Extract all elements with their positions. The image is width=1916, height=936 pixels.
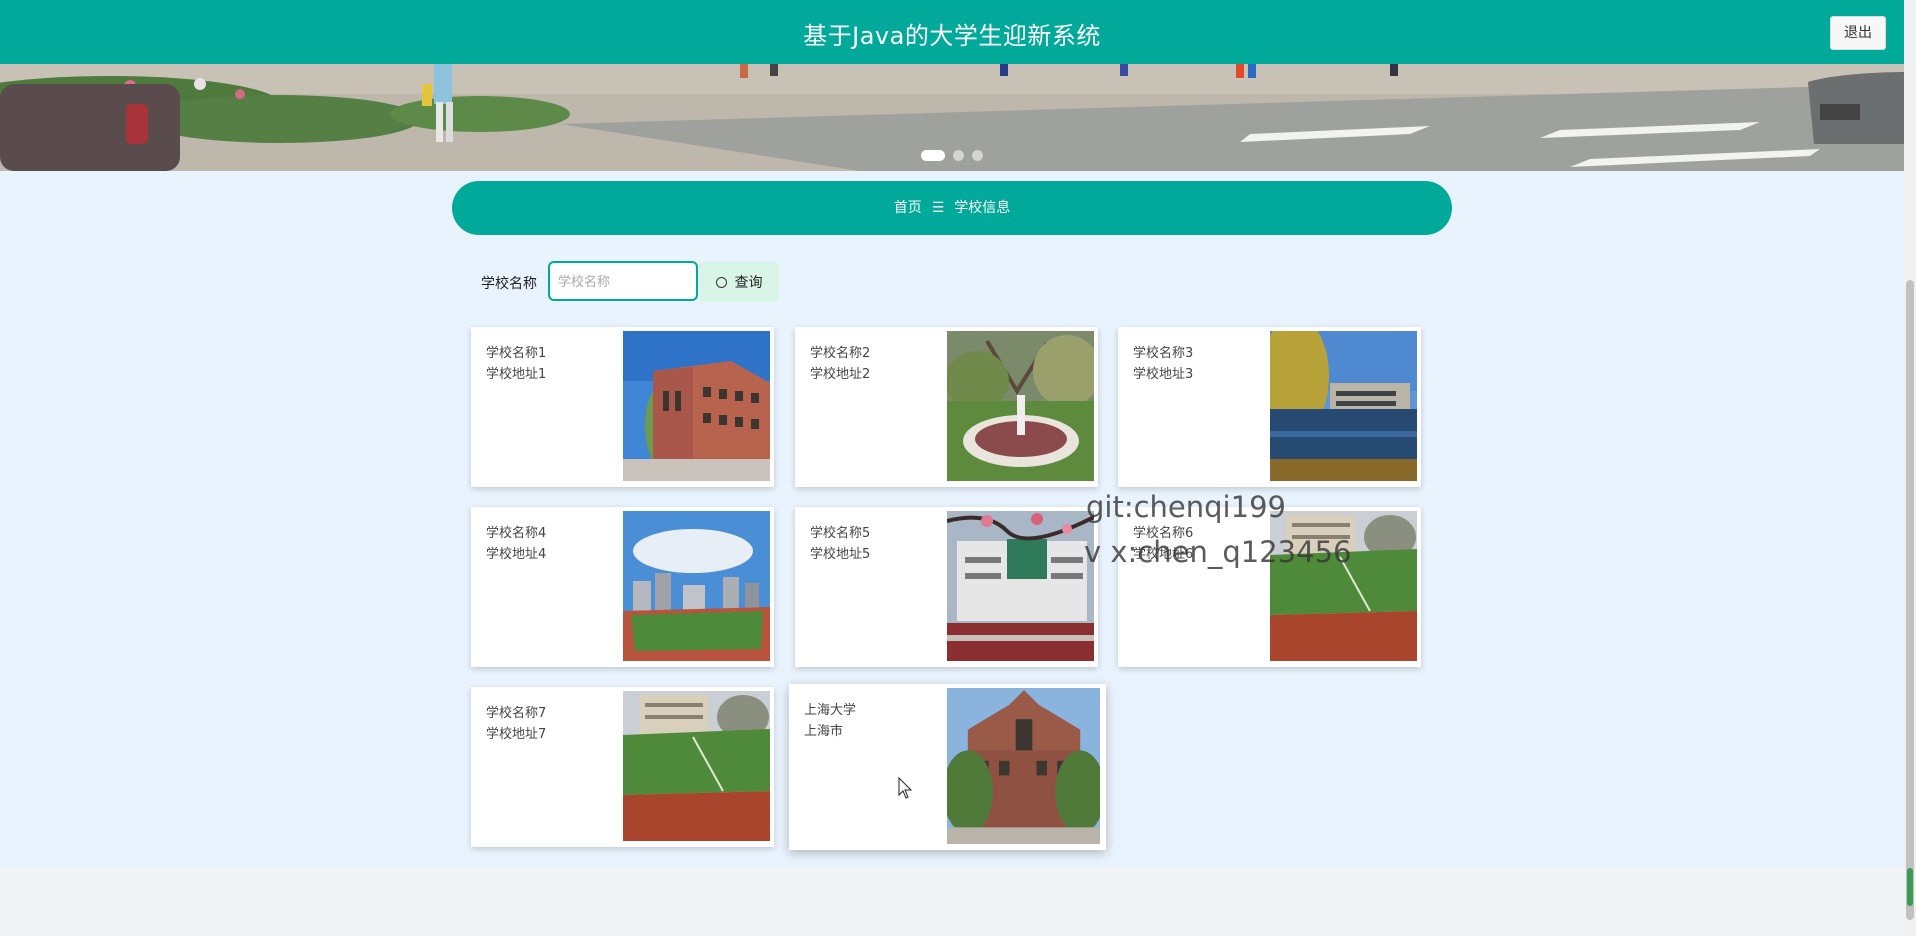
logout-button[interactable]: 退出: [1830, 16, 1886, 50]
school-card[interactable]: 学校名称1 学校地址1: [471, 327, 774, 487]
school-card[interactable]: 学校名称6 学校地址6: [1118, 507, 1421, 667]
school-address: 学校地址5: [810, 547, 871, 562]
school-name: 学校名称5: [810, 526, 871, 541]
top-header: 基于Java的大学生迎新系统 退出: [0, 0, 1904, 64]
school-card[interactable]: 学校名称3 学校地址3: [1118, 327, 1421, 487]
school-address: 上海市: [804, 724, 844, 739]
carousel-dot-1[interactable]: [921, 150, 945, 161]
school-photo: [947, 511, 1094, 661]
scrollbar-indicator: [1907, 868, 1913, 906]
carousel-dot-2[interactable]: [953, 150, 964, 161]
school-name: 学校名称4: [486, 526, 547, 541]
search-icon: [715, 277, 727, 288]
school-address: 学校地址3: [1133, 367, 1194, 382]
school-photo: [623, 331, 770, 481]
school-card[interactable]: 学校名称5 学校地址5: [795, 507, 1098, 667]
school-photo: [623, 691, 770, 841]
school-photo: [947, 688, 1100, 844]
school-card[interactable]: 学校名称4 学校地址4: [471, 507, 774, 667]
school-address: 学校地址1: [486, 367, 547, 382]
school-photo: [947, 331, 1094, 481]
school-card[interactable]: 学校名称7 学校地址7: [471, 687, 774, 847]
school-name: 学校名称7: [486, 706, 547, 721]
search-button[interactable]: 查询: [699, 262, 779, 302]
school-address: 学校地址2: [810, 367, 871, 382]
school-name: 学校名称3: [1133, 346, 1194, 361]
breadcrumb-separator-icon: ☰: [931, 200, 945, 216]
school-photo: [623, 511, 770, 661]
school-card[interactable]: 学校名称2 学校地址2: [795, 327, 1098, 487]
site-title: 基于Java的大学生迎新系统: [803, 22, 1101, 50]
school-photo: [1270, 331, 1417, 481]
mouse-cursor-icon: [898, 777, 913, 799]
school-name: 上海大学: [804, 703, 857, 718]
watermark-line-2: v x:chen_q123456: [1084, 535, 1352, 569]
search-label: 学校名称: [481, 276, 537, 292]
page-scrollbar[interactable]: [1904, 0, 1916, 936]
school-name-input[interactable]: [548, 261, 698, 301]
search-button-label: 查询: [734, 274, 763, 290]
school-card[interactable]: 上海大学 上海市: [789, 684, 1106, 850]
carousel-dot-3[interactable]: [972, 150, 983, 161]
breadcrumb-home[interactable]: 首页: [894, 200, 922, 216]
main-content: 首页 ☰ 学校信息 学校名称 查询 学校名称1 学校地址1: [0, 171, 1904, 867]
school-name: 学校名称1: [486, 346, 547, 361]
banner-carousel: [0, 64, 1904, 171]
school-photo: [1270, 511, 1417, 661]
watermark-line-1: git:chenqi199: [1086, 490, 1286, 524]
breadcrumb: 首页 ☰ 学校信息: [452, 181, 1452, 235]
school-address: 学校地址7: [486, 727, 547, 742]
school-name: 学校名称2: [810, 346, 871, 361]
carousel-indicators: [0, 145, 1904, 164]
school-address: 学校地址4: [486, 547, 547, 562]
breadcrumb-current: 学校信息: [954, 200, 1011, 216]
scrollbar-thumb[interactable]: [1906, 280, 1914, 920]
